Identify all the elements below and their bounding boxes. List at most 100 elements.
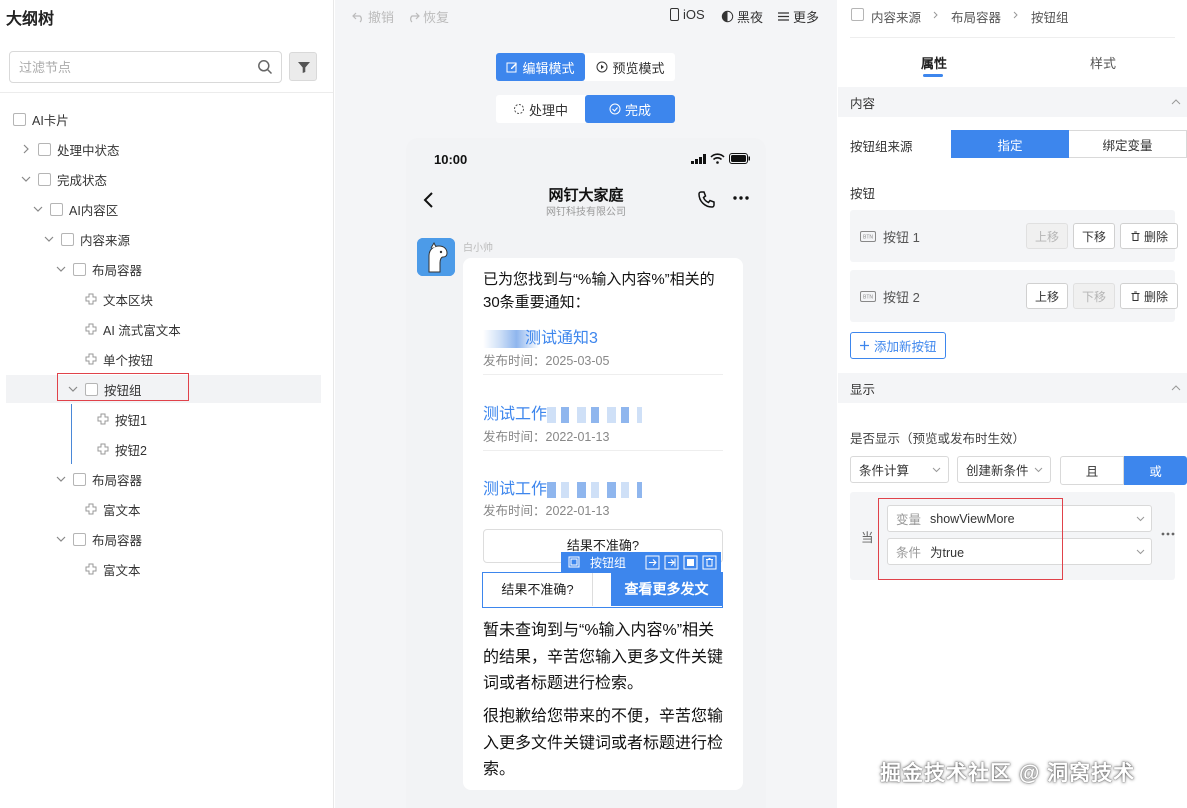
chevron-up-icon[interactable] [1171,383,1181,393]
add-button[interactable]: 添加新按钮 [850,332,946,359]
tree-node-ai-content[interactable]: AI内容区 [32,195,118,223]
node-checkbox[interactable] [73,262,86,276]
condition-calc-select[interactable]: 条件计算 [850,456,949,483]
processing-state-tab[interactable]: 处理中 [496,95,585,123]
more-dots-icon[interactable] [1161,532,1175,536]
tree-node-content-source[interactable]: 内容来源 [43,225,130,253]
breadcrumb-item[interactable]: 内容来源 [871,7,921,26]
tree-node-rich-text-2[interactable]: 富文本 [84,555,141,583]
divider [0,92,333,93]
delete-button[interactable]: 删除 [1120,283,1178,309]
more-button[interactable]: 更多 [777,7,819,26]
source-bind-variable-option[interactable]: 绑定变量 [1069,130,1187,158]
divider [850,37,1175,38]
tree-node-single-button[interactable]: 单个按钮 [84,345,153,373]
more-dots-icon[interactable] [733,196,749,200]
tree-node-button1[interactable]: 按钮1 [96,405,147,433]
or-option[interactable]: 或 [1124,456,1187,485]
node-checkbox[interactable] [73,532,86,546]
chevron-down-icon[interactable] [20,173,32,185]
blur-mask [547,481,643,498]
no-result-text: 暂未查询到与“%输入内容%”相关的结果，辛苦您输入更多文件关键词或者标题进行检索… [483,622,724,692]
chevron-right-icon[interactable] [20,143,32,155]
filter-button[interactable] [289,52,317,81]
delete-label: 删除 [1143,229,1168,244]
back-icon[interactable] [422,191,434,209]
move-in-icon[interactable] [664,555,679,570]
chevron-down-icon[interactable] [32,203,44,215]
view-more-button[interactable]: 查看更多发文 [611,573,722,606]
chevron-down-icon[interactable] [55,533,67,545]
delete-button[interactable]: 删除 [1120,223,1178,249]
chevron-down-icon[interactable] [55,263,67,275]
node-checkbox[interactable] [73,472,86,486]
notice-link[interactable]: 测试工作 [483,400,643,424]
copy-icon[interactable] [683,555,698,570]
content-section-header[interactable]: 内容 [838,87,1187,117]
inaccurate-button[interactable]: 结果不准确? [483,573,593,606]
and-option[interactable]: 且 [1060,456,1124,485]
tree-node-layout-2[interactable]: 布局容器 [55,465,142,493]
undo-button[interactable]: 撤销 [352,7,394,26]
chevron-down-icon[interactable] [55,473,67,485]
move-out-icon[interactable] [645,555,660,570]
chevron-down-icon [1034,467,1043,473]
search-icon[interactable] [257,59,273,75]
tree-node-label: 文本区块 [103,293,154,308]
component-frame-icon [568,556,580,568]
dark-mode-button[interactable]: 黑夜 [721,7,763,26]
tree-node-label: 布局容器 [92,473,143,488]
tree-node-button2[interactable]: 按钮2 [96,435,147,463]
watermark: 掘金技术社区 @ 洞窝技术 [880,762,1136,785]
tab-properties[interactable]: 属性 [921,53,947,72]
tree-node-label: 完成状态 [57,173,108,188]
selection-toolbar: 按钮组 [561,552,721,572]
filter-node-input[interactable] [10,52,250,82]
tree-node-text-block[interactable]: 文本区块 [84,285,153,313]
node-checkbox[interactable] [50,202,63,216]
tree-node-label: 单个按钮 [103,353,154,368]
tree-node-ai-rich-text[interactable]: AI 流式富文本 [84,315,181,343]
preview-mode-tab[interactable]: 预览模式 [586,53,675,81]
move-up-button[interactable]: 上移 [1026,223,1068,249]
ios-button[interactable]: iOS [669,7,705,22]
node-checkbox[interactable] [13,112,26,126]
tree-node-processing[interactable]: 处理中状态 [20,135,120,163]
moon-icon [721,10,734,23]
tree-node-layout-3[interactable]: 布局容器 [55,525,142,553]
chevron-down-icon [932,467,941,473]
done-state-tab[interactable]: 完成 [585,95,675,123]
tree-node-done[interactable]: 完成状态 [20,165,107,193]
selection-label: 按钮组 [590,555,627,570]
tree-node-label: 富文本 [103,563,141,578]
chevron-down-icon[interactable] [43,233,55,245]
source-specified-option[interactable]: 指定 [951,130,1069,158]
move-up-button[interactable]: 上移 [1026,283,1068,309]
move-down-button[interactable]: 下移 [1073,283,1115,309]
create-condition-select[interactable]: 创建新条件 [957,456,1051,483]
node-checkbox[interactable] [38,172,51,186]
move-down-button[interactable]: 下移 [1073,223,1115,249]
tree-node-ai-card[interactable]: AI卡片 [13,105,69,133]
node-checkbox[interactable] [38,142,51,156]
node-checkbox[interactable] [61,232,74,246]
blur-mask [547,406,643,423]
notice-link[interactable]: 测试工作 [483,475,643,499]
display-section-header[interactable]: 显示 [838,373,1187,403]
edit-mode-tab[interactable]: 编辑模式 [496,53,585,81]
signal-icon [691,154,706,164]
breadcrumb-item[interactable]: 按钮组 [1031,7,1069,26]
breadcrumb-item[interactable]: 布局容器 [951,7,1001,26]
notice-link[interactable]: 测试通知3 [483,324,598,348]
tree-node-label: 按钮2 [115,443,147,458]
tree-node-rich-text[interactable]: 富文本 [84,495,141,523]
section-title: 内容 [850,96,876,111]
call-icon[interactable] [698,190,716,208]
chevron-up-icon[interactable] [1171,97,1181,107]
tab-styles[interactable]: 样式 [1090,53,1116,72]
redo-button[interactable]: 恢复 [407,7,449,26]
phone-preview: 10:00 网钉大家庭 网钉科技有限公司 白小帅 已为您找到与“%输入内容%”相… [406,138,766,808]
tree-node-layout[interactable]: 布局容器 [55,255,142,283]
delete-icon[interactable] [702,555,717,570]
notice-title: 测试工作 [483,406,548,423]
